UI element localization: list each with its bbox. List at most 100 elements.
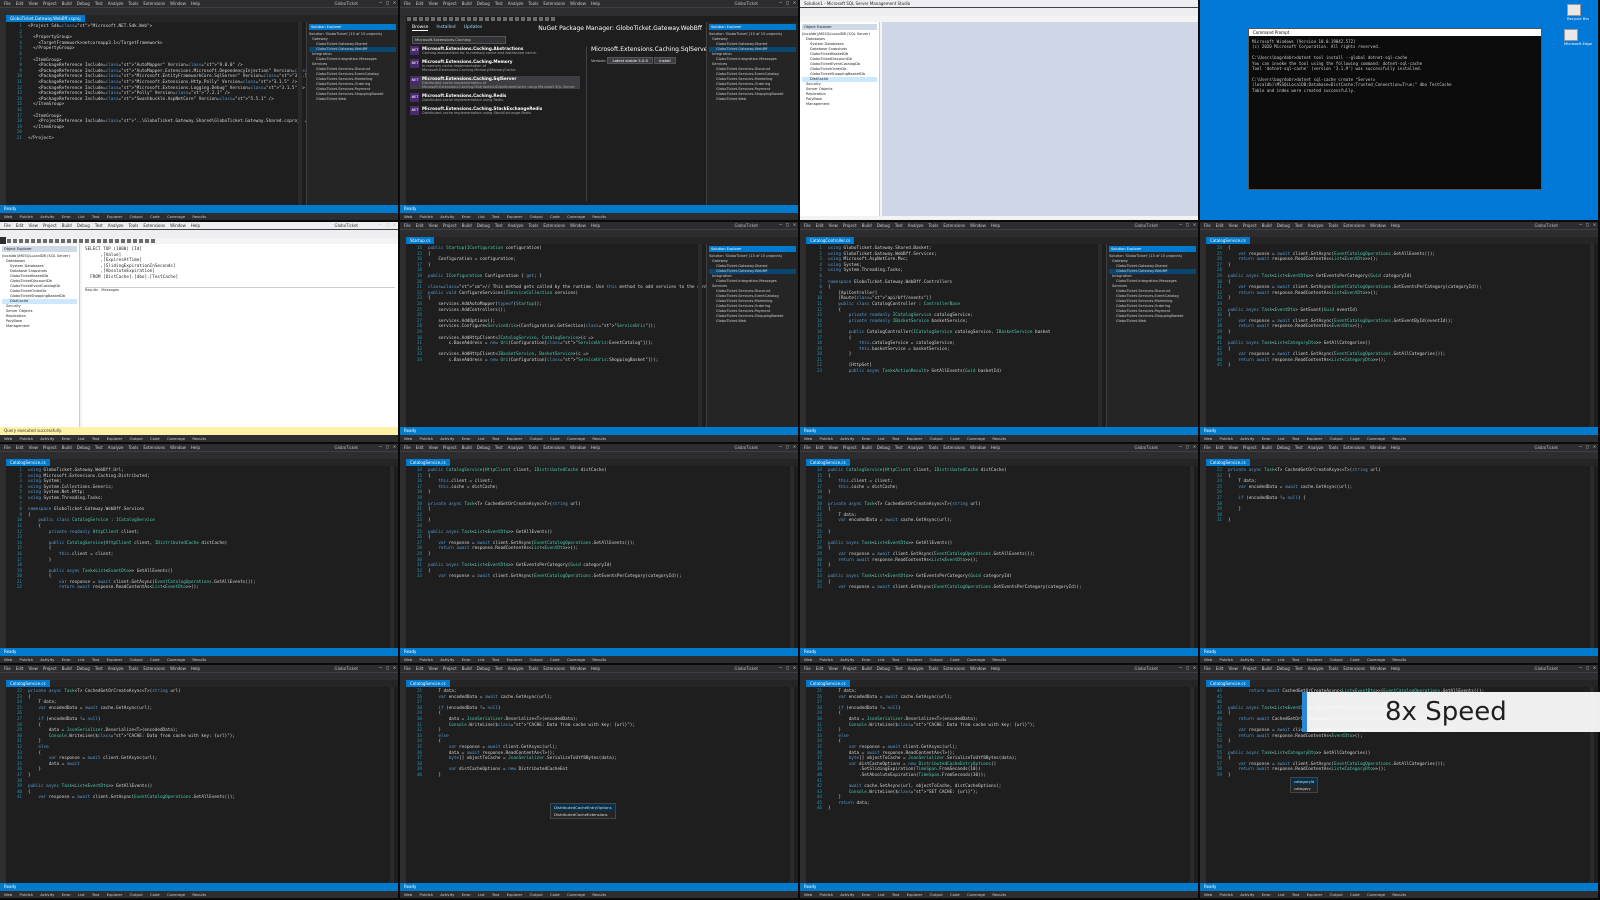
menu-item[interactable]: Test <box>1295 223 1303 228</box>
close-icon[interactable]: ✕ <box>793 222 796 228</box>
close-icon[interactable]: ✕ <box>1193 444 1196 450</box>
maximize-icon[interactable]: □ <box>1586 665 1589 671</box>
menu-item[interactable]: View <box>28 445 38 450</box>
menu-item[interactable]: Project <box>443 445 457 450</box>
menu-item[interactable]: Build <box>462 1 472 6</box>
bottom-tool-tabs[interactable]: Web Publish Activity Error List Test Exp… <box>0 213 398 220</box>
menu-item[interactable]: Tools <box>129 445 139 450</box>
bottom-tool-tabs[interactable]: Web Publish Activity Error List Test Exp… <box>0 891 398 898</box>
menu-item[interactable]: Extensions <box>543 223 565 228</box>
toolbar-button-icon[interactable] <box>25 239 29 243</box>
menu-item[interactable]: Debug <box>477 666 490 671</box>
tree-node[interactable]: Management <box>2 324 77 329</box>
menu-item[interactable]: File <box>404 223 411 228</box>
toolbar-button-icon[interactable] <box>67 239 71 243</box>
toolbar-button-icon[interactable] <box>145 239 149 243</box>
bottom-tool-tabs[interactable]: Web Publish Activity Error List Test Exp… <box>800 656 1198 663</box>
menu-item[interactable]: File <box>404 445 411 450</box>
document-tab[interactable]: CatalogService.cs <box>1206 459 1250 466</box>
maximize-icon[interactable]: □ <box>386 0 389 6</box>
bottom-tool-tabs[interactable]: Web Publish Activity Error List Test Exp… <box>400 435 798 442</box>
toolbar-button-icon[interactable] <box>431 17 435 21</box>
menu-item[interactable]: Window <box>570 445 586 450</box>
menu-item[interactable]: File <box>804 445 811 450</box>
menu-item[interactable]: View <box>1228 666 1238 671</box>
vertical-scrollbar[interactable] <box>790 687 794 883</box>
menu-item[interactable]: Test <box>495 666 503 671</box>
intellisense-popup[interactable]: DistributedCacheEntryOptions DistributedC… <box>550 803 616 819</box>
intellisense-item[interactable]: DistributedCacheExtensions <box>551 811 615 818</box>
menu-item[interactable]: Build <box>862 445 872 450</box>
vertical-scrollbar[interactable] <box>1590 466 1594 648</box>
menu-item[interactable]: Project <box>443 223 457 228</box>
menu-item[interactable]: Extensions <box>1343 445 1365 450</box>
close-icon[interactable]: ✕ <box>1593 665 1596 671</box>
menu-item[interactable]: Analyze <box>1308 445 1324 450</box>
toolbar-button-icon[interactable] <box>527 17 531 21</box>
package-item[interactable]: .NET Microsoft.Extensions.Caching.Redis Di… <box>410 93 580 102</box>
menu-item[interactable]: Debug <box>77 223 90 228</box>
desktop-icon[interactable]: Microsoft Edge <box>1563 29 1592 46</box>
vertical-scrollbar[interactable] <box>298 22 302 205</box>
menu-item[interactable]: View <box>28 223 38 228</box>
solution-item[interactable]: GloboTicket.Web <box>709 97 796 102</box>
command-prompt-window[interactable]: Command Prompt Microsoft Windows [Version… <box>1248 28 1542 190</box>
code-editor[interactable]: 25 T data; 26 var encodedData = await ca… <box>806 687 1198 883</box>
menu-item[interactable]: View <box>828 666 838 671</box>
toolbar-button-icon[interactable] <box>133 239 137 243</box>
bottom-tool-tabs[interactable]: Web Publish Activity Error List Test Exp… <box>400 213 798 220</box>
menu-item[interactable]: Edit <box>16 1 24 6</box>
menu-item[interactable]: File <box>4 445 11 450</box>
menu-item[interactable]: Help <box>1391 445 1400 450</box>
menu-item[interactable]: Analyze <box>108 666 124 671</box>
menu-item[interactable]: Extensions <box>943 666 965 671</box>
package-item[interactable]: .NET Microsoft.Extensions.Caching.SqlServ… <box>410 76 580 89</box>
minimize-icon[interactable]: – <box>1579 444 1582 450</box>
toolbar-button-icon[interactable] <box>503 17 507 21</box>
toolbar-button-icon[interactable] <box>497 17 501 21</box>
menu-item[interactable]: File <box>4 1 11 6</box>
intellisense-item[interactable]: categoryId <box>1291 778 1318 785</box>
search-input[interactable]: Microsoft.Extensions.Caching <box>412 36 506 44</box>
toolbar-button-icon[interactable] <box>491 17 495 21</box>
menu-item[interactable]: Tools <box>529 666 539 671</box>
menu-item[interactable]: Extensions <box>543 666 565 671</box>
close-icon[interactable]: ✕ <box>1193 665 1196 671</box>
menu-item[interactable]: Edit <box>16 223 24 228</box>
menu-item[interactable]: Build <box>862 666 872 671</box>
toolbar-button-icon[interactable] <box>449 17 453 21</box>
close-icon[interactable]: ✕ <box>793 665 796 671</box>
menu-item[interactable]: Analyze <box>508 1 524 6</box>
menu-item[interactable]: Extensions <box>143 666 165 671</box>
code-editor[interactable]: 14 public Startup(IConfiguration configur… <box>406 244 723 427</box>
document-tab[interactable]: Startup.cs <box>406 237 435 244</box>
toolbar-button-icon[interactable] <box>419 17 423 21</box>
toolbar-button-icon[interactable] <box>91 239 95 243</box>
minimize-icon[interactable]: – <box>779 665 782 671</box>
code-editor[interactable]: 22 private async Task<T> CachedGetOrCreat… <box>1206 466 1598 648</box>
close-icon[interactable]: ✕ <box>793 444 796 450</box>
menu-item[interactable]: File <box>804 666 811 671</box>
minimize-icon[interactable]: – <box>779 222 782 228</box>
vertical-scrollbar[interactable] <box>698 244 702 427</box>
menu-item[interactable]: Help <box>591 1 600 6</box>
minimize-icon[interactable]: – <box>1579 665 1582 671</box>
solution-item[interactable]: GloboTicket.Web <box>1109 319 1196 324</box>
code-editor[interactable]: 1 <Project Sdk=class="st">"Microsoft.NET.… <box>6 22 349 205</box>
maximize-icon[interactable]: □ <box>1186 222 1189 228</box>
menu-item[interactable]: Analyze <box>508 445 524 450</box>
toolbar-button-icon[interactable] <box>43 239 47 243</box>
code-editor[interactable]: 25 T data; 26 var encodedData = await ca… <box>406 687 798 883</box>
document-tab[interactable]: CatalogController.cs <box>806 237 855 244</box>
document-tab[interactable]: CatalogService.cs <box>806 459 850 466</box>
menu-item[interactable]: Extensions <box>543 1 565 6</box>
document-tab[interactable]: CatalogService.cs <box>806 680 850 687</box>
maximize-icon[interactable]: □ <box>386 444 389 450</box>
menu-item[interactable]: Help <box>1391 666 1400 671</box>
menu-item[interactable]: Tools <box>929 223 939 228</box>
package-item[interactable]: .NET Microsoft.Extensions.Caching.Memory I… <box>410 59 580 72</box>
menu-item[interactable]: Analyze <box>908 223 924 228</box>
bottom-tool-tabs[interactable]: Web Publish Activity Error List Test Exp… <box>1200 891 1598 898</box>
menu-item[interactable]: Project <box>1243 223 1257 228</box>
menu-item[interactable]: Edit <box>16 666 24 671</box>
